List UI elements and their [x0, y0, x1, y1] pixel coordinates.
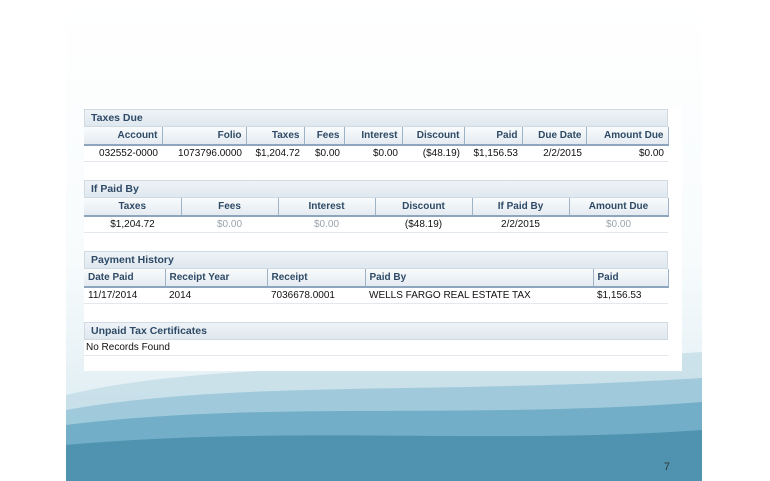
- amount-due-cell: $0.00: [569, 216, 668, 233]
- due-date-cell: 2/2/2015: [522, 145, 586, 162]
- column-header[interactable]: Date Paid: [84, 269, 166, 288]
- column-header[interactable]: Fees: [181, 198, 279, 217]
- interest-cell: $0.00: [344, 145, 402, 162]
- interest-cell: $0.00: [278, 216, 375, 233]
- column-header[interactable]: Folio: [162, 127, 247, 146]
- column-header[interactable]: Paid By: [365, 269, 594, 288]
- fees-cell: $0.00: [181, 216, 278, 233]
- receipt-year-cell: 2014: [165, 287, 267, 304]
- date-paid-cell: 11/17/2014: [84, 287, 165, 304]
- table-row: 032552-0000 1073796.0000 $1,204.72 $0.00…: [84, 145, 668, 162]
- taxes-due-section: Taxes Due Account Folio Taxes Fees Inter…: [84, 109, 669, 162]
- column-header[interactable]: Taxes: [246, 127, 305, 146]
- column-header[interactable]: Discount: [375, 198, 473, 217]
- column-header[interactable]: Interest: [344, 127, 403, 146]
- column-header[interactable]: Amount Due: [569, 198, 669, 217]
- taxes-due-table: Account Folio Taxes Fees Interest Discou…: [84, 127, 669, 162]
- payment-history-title: Payment History: [84, 251, 668, 269]
- taxes-due-header-row: Account Folio Taxes Fees Interest Discou…: [84, 127, 669, 146]
- payment-history-section: Payment History Date Paid Receipt Year R…: [84, 251, 669, 304]
- column-header[interactable]: Receipt: [267, 269, 366, 288]
- page-number: 7: [663, 461, 670, 473]
- if-paid-by-title: If Paid By: [84, 180, 668, 198]
- column-header[interactable]: Due Date: [522, 127, 587, 146]
- payment-history-table: Date Paid Receipt Year Receipt Paid By P…: [84, 269, 669, 304]
- column-header[interactable]: Taxes: [84, 198, 182, 217]
- discount-cell: ($48.19): [375, 216, 472, 233]
- paid-cell: $1,156.53: [593, 287, 668, 304]
- column-header[interactable]: Account: [84, 127, 163, 146]
- account-cell: 032552-0000: [84, 145, 162, 162]
- column-header[interactable]: Amount Due: [586, 127, 669, 146]
- unpaid-certificates-section: Unpaid Tax Certificates No Records Found: [84, 322, 668, 356]
- fees-cell: $0.00: [304, 145, 344, 162]
- taxes-cell: $1,204.72: [84, 216, 181, 233]
- amount-due-cell: $0.00: [586, 145, 668, 162]
- if-paid-by-date-cell: 2/2/2015: [472, 216, 569, 233]
- table-row: 11/17/2014 2014 7036678.0001 WELLS FARGO…: [84, 287, 668, 304]
- table-row: $1,204.72 $0.00 $0.00 ($48.19) 2/2/2015 …: [84, 216, 668, 233]
- payment-history-header-row: Date Paid Receipt Year Receipt Paid By P…: [84, 269, 669, 288]
- unpaid-certificates-title: Unpaid Tax Certificates: [84, 322, 668, 340]
- if-paid-by-table: Taxes Fees Interest Discount If Paid By …: [84, 198, 669, 233]
- if-paid-by-section: If Paid By Taxes Fees Interest Discount …: [84, 180, 669, 233]
- paid-by-cell: WELLS FARGO REAL ESTATE TAX: [365, 287, 593, 304]
- column-header[interactable]: Paid: [464, 127, 523, 146]
- taxes-cell: $1,204.72: [246, 145, 304, 162]
- column-header[interactable]: Receipt Year: [165, 269, 268, 288]
- no-records-message: No Records Found: [84, 340, 668, 356]
- paid-cell: $1,156.53: [464, 145, 522, 162]
- discount-cell: ($48.19): [402, 145, 464, 162]
- folio-cell: 1073796.0000: [162, 145, 246, 162]
- receipt-cell: 7036678.0001: [267, 287, 365, 304]
- column-header[interactable]: Paid: [593, 269, 669, 288]
- column-header[interactable]: Interest: [278, 198, 376, 217]
- if-paid-by-header-row: Taxes Fees Interest Discount If Paid By …: [84, 198, 669, 217]
- taxes-due-title: Taxes Due: [84, 109, 668, 127]
- tax-info-panel: Taxes Due Account Folio Taxes Fees Inter…: [84, 107, 682, 371]
- column-header[interactable]: Discount: [402, 127, 465, 146]
- column-header[interactable]: Fees: [304, 127, 345, 146]
- column-header[interactable]: If Paid By: [472, 198, 570, 217]
